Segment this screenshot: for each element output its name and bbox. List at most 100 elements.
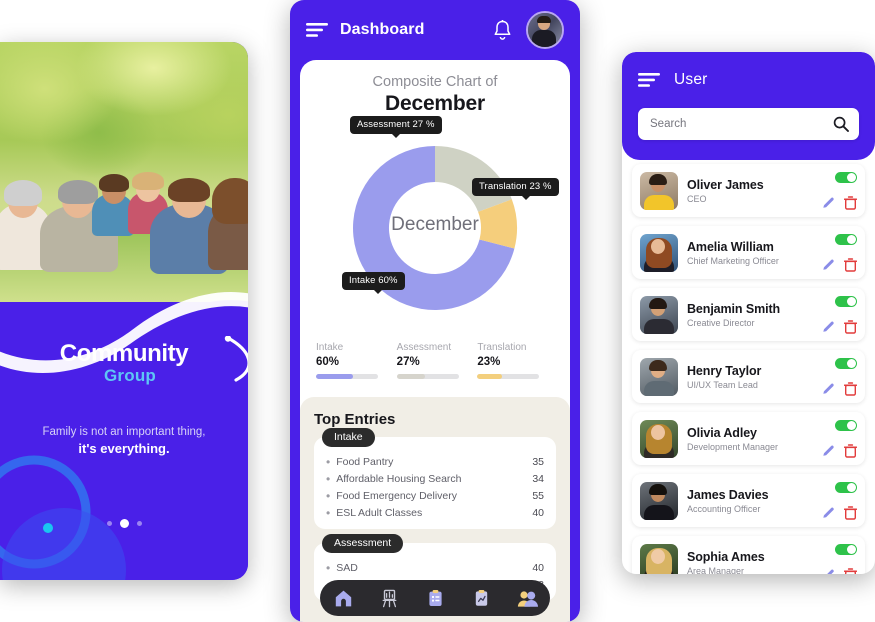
user-list: Oliver James CEO Amelia William Chief Ma… xyxy=(622,160,875,574)
user-panel-header: User xyxy=(622,52,875,160)
pager-dots[interactable] xyxy=(0,519,248,528)
dashboard-header: Dashboard xyxy=(290,0,580,60)
pencil-edit-icon[interactable] xyxy=(822,568,835,574)
nav-home-button[interactable] xyxy=(328,583,358,613)
trash-delete-icon[interactable] xyxy=(844,443,857,458)
search-box[interactable] xyxy=(638,108,859,140)
user-name: Olivia Adley xyxy=(687,425,757,440)
trash-delete-icon[interactable] xyxy=(844,505,857,520)
list-item[interactable]: Olivia Adley Development Manager xyxy=(632,412,865,465)
bullet-icon: • xyxy=(326,505,331,520)
status-toggle[interactable] xyxy=(835,481,857,493)
trash-delete-icon[interactable] xyxy=(844,319,857,334)
pencil-edit-icon[interactable] xyxy=(822,506,835,519)
user-name: Benjamin Smith xyxy=(687,301,781,316)
status-toggle[interactable] xyxy=(835,295,857,307)
status-toggle[interactable] xyxy=(835,419,857,431)
list-item[interactable]: • Food Emergency Delivery 55 xyxy=(326,487,544,504)
trash-delete-icon[interactable] xyxy=(844,257,857,272)
entry-value: 34 xyxy=(532,472,544,485)
legend-item-intake: Intake 60% xyxy=(316,342,393,379)
pencil-edit-icon[interactable] xyxy=(822,258,835,271)
users-group-icon xyxy=(517,590,538,607)
trash-delete-icon[interactable] xyxy=(844,567,857,575)
clipboard-list-icon xyxy=(428,589,442,606)
bullet-icon: • xyxy=(326,454,331,469)
trash-delete-icon[interactable] xyxy=(844,381,857,396)
top-entries-title: Top Entries xyxy=(314,411,396,428)
intake-tooltip: Intake 60% xyxy=(342,272,405,293)
user-name: Oliver James xyxy=(687,177,764,192)
list-item[interactable]: James Davies Accounting Officer xyxy=(632,474,865,527)
entry-value: 40 xyxy=(532,561,544,574)
user-role: UI/UX Team Lead xyxy=(687,379,758,390)
user-role: Area Manager xyxy=(687,565,745,575)
onboarding-panel: Community Group Family is not an importa… xyxy=(0,42,248,580)
pencil-edit-icon[interactable] xyxy=(822,444,835,457)
list-item[interactable]: Henry Taylor UI/UX Team Lead xyxy=(632,350,865,403)
pencil-edit-icon[interactable] xyxy=(822,196,835,209)
pencil-edit-icon[interactable] xyxy=(822,382,835,395)
hamburger-icon[interactable] xyxy=(638,73,660,87)
legend-value: 60% xyxy=(316,356,340,368)
entry-label: Food Pantry xyxy=(336,455,394,468)
dashboard-content-card: Composite Chart of December December Ass… xyxy=(300,60,570,622)
search-icon[interactable] xyxy=(833,116,849,132)
list-item[interactable]: • ESL Adult Classes 40 xyxy=(326,504,544,521)
bottom-navigation-bar xyxy=(320,580,550,616)
list-item[interactable]: • SAD 40 xyxy=(326,559,544,576)
legend-item-assessment: Assessment 27% xyxy=(396,342,474,379)
status-toggle[interactable] xyxy=(835,357,857,369)
status-toggle[interactable] xyxy=(835,233,857,245)
status-toggle[interactable] xyxy=(835,543,857,555)
list-item[interactable]: • Affordable Housing Search 34 xyxy=(326,470,544,487)
donut-center-label: December xyxy=(391,214,479,235)
brand-name-primary: Community xyxy=(59,340,189,367)
legend-value: 23% xyxy=(477,356,501,368)
bell-icon[interactable] xyxy=(493,19,512,41)
nav-users-button[interactable] xyxy=(512,583,542,613)
avatar xyxy=(640,419,678,458)
user-panel: User Oliver James CEO xyxy=(622,52,875,574)
user-name: Henry Taylor xyxy=(687,363,762,378)
list-item[interactable]: Oliver James CEO xyxy=(632,164,865,217)
bullet-icon: • xyxy=(326,471,331,486)
bullet-icon: • xyxy=(326,560,331,575)
legend-label: Assessment xyxy=(396,342,452,353)
avatar xyxy=(640,295,678,334)
avatar xyxy=(640,171,678,210)
page-title: Dashboard xyxy=(340,21,425,38)
user-role: Chief Marketing Officer xyxy=(687,255,779,266)
entry-label: ESL Adult Classes xyxy=(336,506,423,519)
brand-name-secondary: Group xyxy=(104,366,156,385)
nav-clipboard-chart-button[interactable] xyxy=(466,583,496,613)
swoosh-icon xyxy=(224,336,248,382)
pencil-edit-icon[interactable] xyxy=(822,320,835,333)
avatar xyxy=(640,543,678,574)
list-item[interactable]: Amelia William Chief Marketing Officer xyxy=(632,226,865,279)
avatar xyxy=(640,357,678,396)
list-item[interactable]: Sophia Ames Area Manager xyxy=(632,536,865,574)
legend-item-translation: Translation 23% xyxy=(477,342,554,379)
pager-dot-2[interactable] xyxy=(119,519,129,528)
nav-easel-button[interactable] xyxy=(374,583,404,613)
legend-progress-bar xyxy=(316,374,378,379)
avatar[interactable] xyxy=(526,11,564,49)
hamburger-icon[interactable] xyxy=(306,23,328,37)
page-title: User xyxy=(674,71,708,88)
entry-value: 40 xyxy=(532,506,544,519)
trash-delete-icon[interactable] xyxy=(844,195,857,210)
pager-dot-3[interactable] xyxy=(136,521,142,526)
list-item[interactable]: Benjamin Smith Creative Director xyxy=(632,288,865,341)
home-icon xyxy=(335,590,351,606)
list-item[interactable]: • Food Pantry 35 xyxy=(326,453,544,470)
entries-group-intake: Intake • Food Pantry 35 • Affordable Hou… xyxy=(314,428,556,529)
search-input[interactable] xyxy=(648,117,833,131)
assessment-tooltip: Assessment 27 % xyxy=(350,116,442,137)
user-name: Amelia William xyxy=(687,239,774,254)
status-toggle[interactable] xyxy=(835,171,857,183)
donut-chart: December Assessment 27 % Translation 23 … xyxy=(320,116,559,334)
nav-clipboard-list-button[interactable] xyxy=(420,583,450,613)
legend-progress-bar xyxy=(477,374,540,379)
pager-dot-1[interactable] xyxy=(106,521,112,526)
